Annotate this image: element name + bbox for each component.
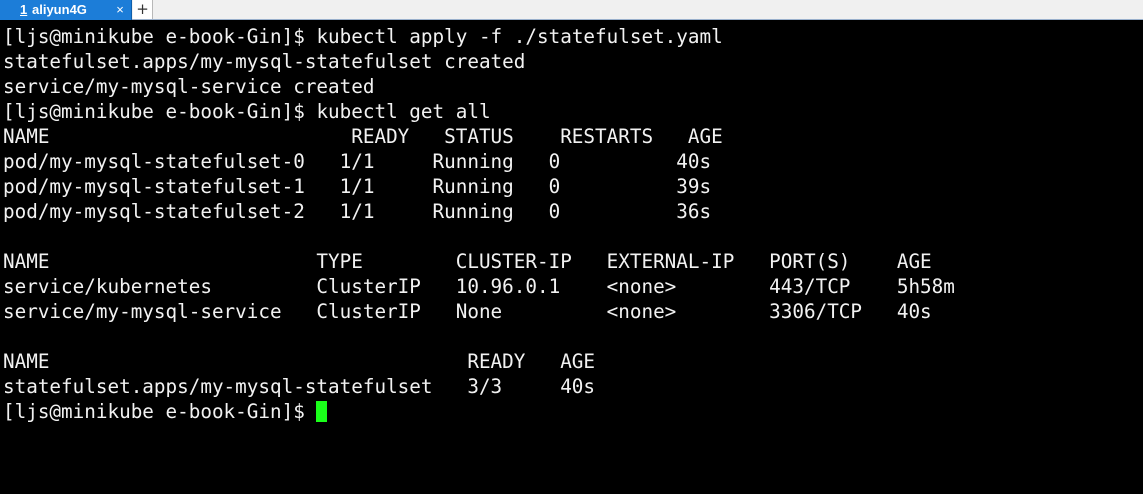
services-table-header: NAME TYPE CLUSTER-IP EXTERNAL-IP PORT(S)…: [3, 250, 932, 273]
pods-table-row: pod/my-mysql-statefulset-2 1/1 Running 0…: [3, 200, 712, 223]
command-text: kubectl get all: [316, 100, 491, 123]
tab-number: 1: [20, 2, 28, 17]
terminal-line-output: statefulset.apps/my-mysql-statefulset cr…: [3, 50, 526, 73]
tab-bar: 1 aliyun4G × +: [0, 0, 1143, 20]
terminal-line-prompt: [ljs@minikube e-book-Gin]$ kubectl get a…: [3, 99, 491, 124]
close-tab-icon[interactable]: ×: [111, 0, 129, 20]
terminal-line-output: service/my-mysql-service created: [3, 75, 375, 98]
terminal-app-window: 1 aliyun4G × + [ljs@minikube e-book-Gin]…: [0, 0, 1143, 494]
prompt-text: [ljs@minikube e-book-Gin]$: [3, 400, 317, 423]
command-text: kubectl apply -f ./statefulset.yaml: [316, 25, 723, 48]
new-tab-plus-icon[interactable]: +: [133, 0, 153, 19]
statefulset-table-header: NAME READY AGE: [3, 350, 596, 373]
services-table-row: service/my-mysql-service ClusterIP None …: [3, 300, 932, 323]
terminal-output[interactable]: [ljs@minikube e-book-Gin]$ kubectl apply…: [0, 21, 1143, 494]
terminal-line-prompt: [ljs@minikube e-book-Gin]$ kubectl apply…: [3, 24, 723, 49]
prompt-text: [ljs@minikube e-book-Gin]$: [3, 100, 317, 123]
terminal-line-prompt: [ljs@minikube e-book-Gin]$: [3, 399, 328, 424]
pods-table-header: NAME READY STATUS RESTARTS AGE: [3, 125, 723, 148]
statefulset-table-row: statefulset.apps/my-mysql-statefulset 3/…: [3, 375, 596, 398]
pods-table-row: pod/my-mysql-statefulset-1 1/1 Running 0…: [3, 175, 712, 198]
prompt-text: [ljs@minikube e-book-Gin]$: [3, 25, 317, 48]
services-table-row: service/kubernetes ClusterIP 10.96.0.1 <…: [3, 275, 955, 298]
pods-table-row: pod/my-mysql-statefulset-0 1/1 Running 0…: [3, 150, 712, 173]
tab-aliyun4g[interactable]: 1 aliyun4G ×: [0, 0, 132, 20]
terminal-cursor[interactable]: [316, 401, 328, 422]
tab-title: aliyun4G: [32, 2, 87, 17]
